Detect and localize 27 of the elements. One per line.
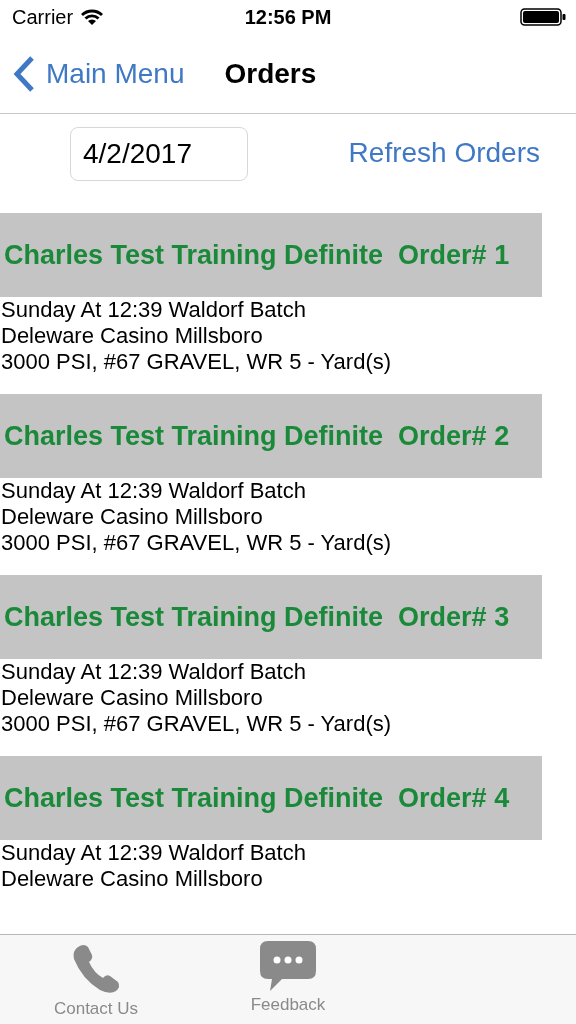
order-detail: Deleware Casino Millsboro bbox=[0, 504, 264, 530]
status-time: 12:56 PM bbox=[243, 5, 333, 29]
order-detail: Sunday At 12:39 Waldorf Batch bbox=[0, 478, 307, 504]
order-header[interactable]: Charles Test Training Definite Order# 4 bbox=[0, 756, 542, 840]
order-detail: Deleware Casino Millsboro bbox=[0, 323, 264, 349]
refresh-orders-link[interactable]: Refresh Orders bbox=[348, 137, 540, 169]
order-detail: 3000 PSI, #67 GRAVEL, WR 5 - Yard(s) bbox=[0, 711, 393, 737]
order-detail: Deleware Casino Millsboro bbox=[0, 866, 264, 892]
order-detail: 3000 PSI, #67 GRAVEL, WR 5 - Yard(s) bbox=[0, 349, 393, 375]
nav-title: Orders bbox=[224, 57, 317, 90]
order-detail: 3000 PSI, #67 GRAVEL, WR 5 - Yard(s) bbox=[0, 530, 393, 556]
order-detail: Deleware Casino Millsboro bbox=[0, 685, 264, 711]
order-detail: Sunday At 12:39 Waldorf Batch bbox=[0, 297, 307, 323]
carrier-name: Carrier bbox=[12, 5, 74, 29]
chat-icon bbox=[260, 941, 316, 993]
order-header[interactable]: Charles Test Training Definite Order# 2 bbox=[0, 394, 542, 478]
tab-item[interactable]: Contact Us bbox=[0, 935, 192, 1024]
back-chevron-icon bbox=[12, 54, 36, 93]
back-button[interactable]: Main Menu bbox=[0, 54, 185, 93]
order-detail: Sunday At 12:39 Waldorf Batch bbox=[0, 840, 307, 866]
battery-icon bbox=[520, 7, 566, 27]
tab-item[interactable]: Feedback bbox=[192, 935, 384, 1024]
order-header[interactable]: Charles Test Training Definite Order# 3 bbox=[0, 575, 542, 659]
order-header[interactable]: Charles Test Training Definite Order# 1 bbox=[0, 213, 542, 297]
order-detail: Sunday At 12:39 Waldorf Batch bbox=[0, 659, 307, 685]
wifi-icon bbox=[81, 9, 104, 25]
date-field[interactable]: 4/2/2017 bbox=[70, 127, 248, 181]
